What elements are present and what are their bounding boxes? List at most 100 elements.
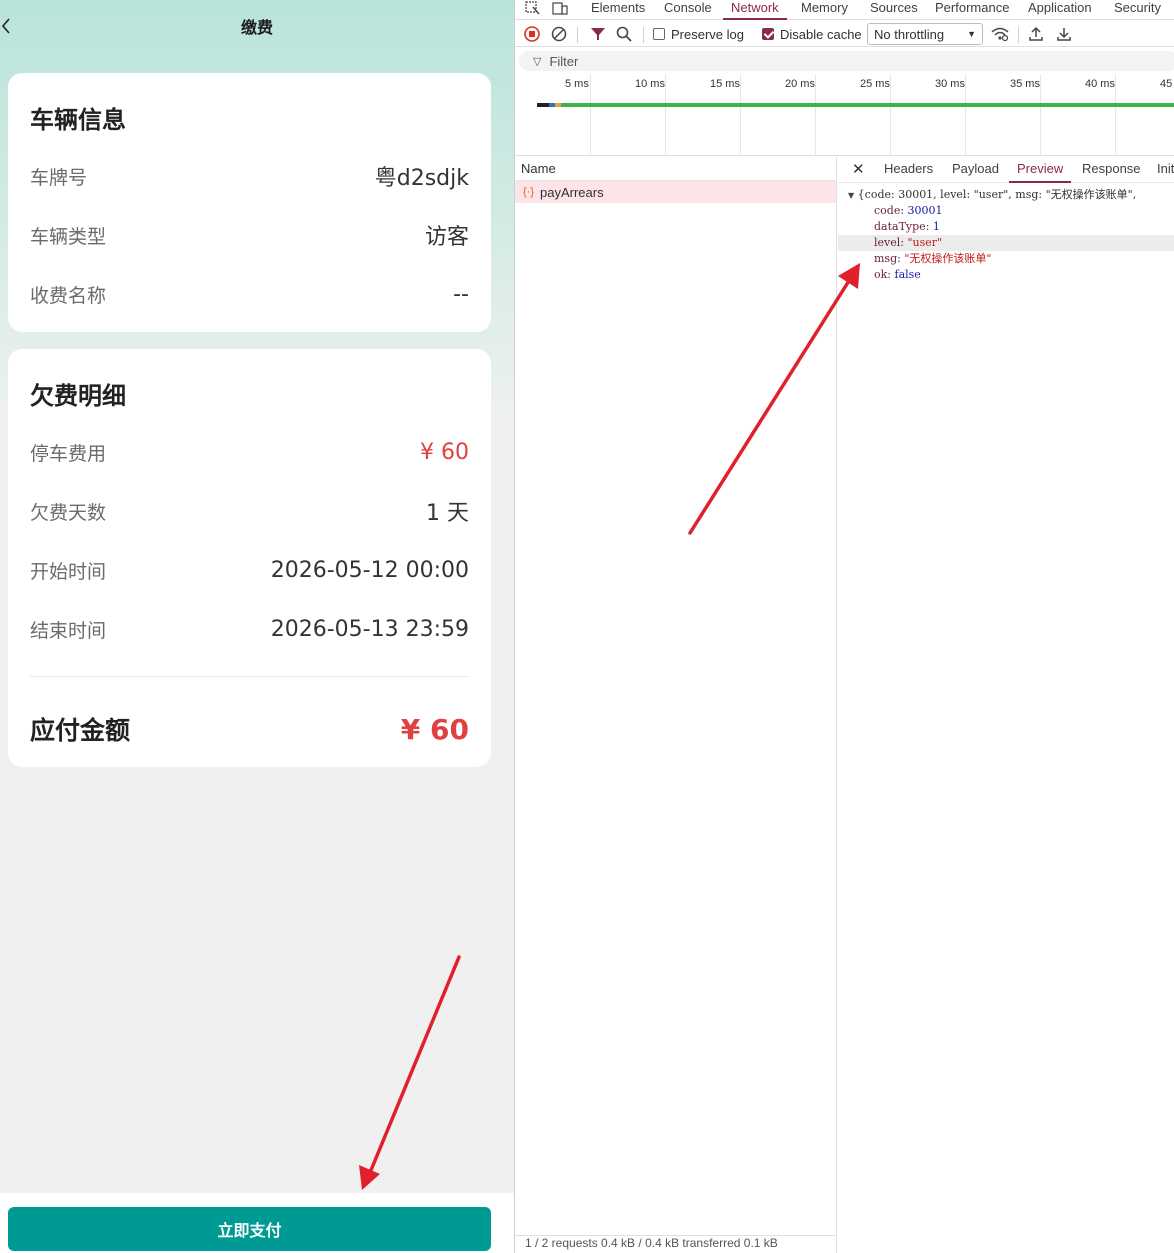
timeline-gridline xyxy=(740,74,741,156)
tab-memory[interactable]: Memory xyxy=(801,0,848,20)
close-icon[interactable]: ✕ xyxy=(852,160,865,178)
back-arrow-icon[interactable] xyxy=(0,14,22,38)
filter-funnel-icon[interactable] xyxy=(589,25,607,43)
preserve-log-checkbox[interactable]: Preserve log xyxy=(653,25,744,43)
timeline-gridline xyxy=(890,74,891,156)
toolbar-separator xyxy=(1018,27,1019,43)
device-toolbar-icon[interactable] xyxy=(552,1,568,15)
disable-cache-label: Disable cache xyxy=(780,26,862,42)
vehicle-type-value: 访客 xyxy=(424,225,469,250)
vehicle-type-label: 车辆类型 xyxy=(30,225,107,248)
fee-name-label: 收费名称 xyxy=(30,284,107,307)
timeline-bar-orange xyxy=(555,103,561,107)
plate-label: 车牌号 xyxy=(30,166,88,189)
tab-preview[interactable]: Preview xyxy=(1009,161,1072,183)
vehicle-type-row: 车辆类型 访客 xyxy=(30,220,469,250)
tab-sources[interactable]: Sources xyxy=(870,0,918,20)
json-line-msg: msg: "无权操作该账单" xyxy=(874,252,992,265)
json-value: "无权操作该账单" xyxy=(904,252,992,265)
name-column-header[interactable]: Name xyxy=(515,157,836,181)
arrears-detail-card: 欠费明细 停车费用 ¥ 60 欠费天数 1 天 开始时间 2026-05-12 … xyxy=(8,349,491,767)
arrears-days-value: 1 天 xyxy=(426,501,469,526)
bottom-bar: 立即支付 xyxy=(0,1193,514,1253)
fee-name-value: -- xyxy=(453,281,469,307)
preserve-log-box[interactable] xyxy=(653,28,665,40)
timeline-tick: 25 ms xyxy=(860,78,890,90)
clear-icon[interactable] xyxy=(550,25,568,43)
start-time-value: 2026-05-12 00:00 xyxy=(270,557,469,583)
tab-security[interactable]: Security xyxy=(1114,0,1161,20)
tab-headers[interactable]: Headers xyxy=(884,161,933,183)
xhr-icon: {·} xyxy=(523,186,535,198)
throttling-select[interactable]: No throttling ▼ xyxy=(867,23,983,45)
timeline-tick: 5 ms xyxy=(565,78,589,90)
divider xyxy=(30,676,469,677)
end-time-value: 2026-05-13 23:59 xyxy=(270,616,469,642)
disable-cache-box[interactable] xyxy=(762,28,774,40)
timeline-gridline xyxy=(665,74,666,156)
timeline-tick: 20 ms xyxy=(785,78,815,90)
arrears-days-row: 欠费天数 1 天 xyxy=(30,496,469,526)
json-key: code xyxy=(874,204,901,217)
json-line-ok: ok: false xyxy=(874,268,921,281)
inspect-element-icon[interactable] xyxy=(525,1,541,15)
json-line-code: code: 30001 xyxy=(874,204,943,217)
json-value: 30001 xyxy=(907,204,943,217)
tab-initiator[interactable]: Init xyxy=(1157,161,1174,183)
json-summary-line[interactable]: ▼ {code: 30001, level: "user", msg: "无权操… xyxy=(838,187,1174,203)
pay-now-button[interactable]: 立即支付 xyxy=(8,1207,491,1251)
timeline-tick: 45 xyxy=(1160,78,1173,90)
request-detail-pane: ✕ Headers Payload Preview Response Init … xyxy=(838,157,1174,1253)
download-icon[interactable] xyxy=(1055,25,1073,43)
parking-fee-row: 停车费用 ¥ 60 xyxy=(30,437,469,467)
timeline-tick: 15 ms xyxy=(710,78,740,90)
fee-name-row: 收费名称 -- xyxy=(30,279,469,309)
toolbar-separator xyxy=(643,27,644,43)
json-key: level xyxy=(874,236,901,249)
timeline-tick: 30 ms xyxy=(935,78,965,90)
tab-console[interactable]: Console xyxy=(664,0,712,20)
tab-performance[interactable]: Performance xyxy=(935,0,1009,20)
detail-tab-bar: ✕ Headers Payload Preview Response Init xyxy=(838,157,1174,183)
tab-elements[interactable]: Elements xyxy=(591,0,645,20)
timeline-bar-dark xyxy=(537,103,549,107)
json-key: msg xyxy=(874,252,898,265)
filter-placeholder: Filter xyxy=(549,53,579,69)
tab-network[interactable]: Network xyxy=(723,0,787,20)
parking-fee-value: ¥ 60 xyxy=(420,439,469,465)
request-row-payarrears[interactable]: {·} payArrears xyxy=(515,181,836,203)
timeline-gridline xyxy=(1040,74,1041,156)
tab-application[interactable]: Application xyxy=(1028,0,1092,20)
parking-fee-label: 停车费用 xyxy=(30,442,107,465)
json-value: false xyxy=(894,268,921,281)
plate-row: 车牌号 粤d2sdjk xyxy=(30,161,469,191)
filter-icon: ▽ xyxy=(533,55,542,68)
arrears-detail-title: 欠费明细 xyxy=(30,382,126,410)
plate-value: 粤d2sdjk xyxy=(374,166,469,191)
timeline-gridline xyxy=(815,74,816,156)
expand-triangle-icon[interactable]: ▼ xyxy=(848,191,854,200)
devtools-panel: Elements Console Network Memory Sources … xyxy=(514,0,1174,1253)
network-toolbar: Preserve log Disable cache No throttling… xyxy=(515,21,1174,47)
record-icon[interactable] xyxy=(523,25,541,43)
chevron-down-icon: ▼ xyxy=(967,29,976,39)
total-label: 应付金额 xyxy=(30,716,131,745)
upload-icon[interactable] xyxy=(1027,25,1045,43)
json-value: 1 xyxy=(932,220,940,233)
disable-cache-checkbox[interactable]: Disable cache xyxy=(762,25,862,43)
network-timeline[interactable]: 5 ms 10 ms 15 ms 20 ms 25 ms 30 ms 35 ms… xyxy=(515,74,1174,156)
network-conditions-icon[interactable] xyxy=(990,25,1010,43)
tab-response[interactable]: Response xyxy=(1082,161,1141,183)
start-time-row: 开始时间 2026-05-12 00:00 xyxy=(30,555,469,585)
timeline-bar-green xyxy=(539,103,1174,107)
page-title: 缴费 xyxy=(240,18,273,37)
search-icon[interactable] xyxy=(615,25,633,43)
filter-input[interactable]: ▽ Filter xyxy=(519,51,1174,71)
json-summary: {code: 30001, level: "user", msg: "无权操作该… xyxy=(857,188,1137,201)
devtools-tab-bar: Elements Console Network Memory Sources … xyxy=(515,0,1174,20)
json-line-level: level: "user" xyxy=(838,235,1174,251)
network-status-bar: 1 / 2 requests 0.4 kB / 0.4 kB transferr… xyxy=(515,1235,837,1253)
request-name: payArrears xyxy=(540,184,604,200)
tab-payload[interactable]: Payload xyxy=(952,161,999,183)
timeline-gridline xyxy=(965,74,966,156)
